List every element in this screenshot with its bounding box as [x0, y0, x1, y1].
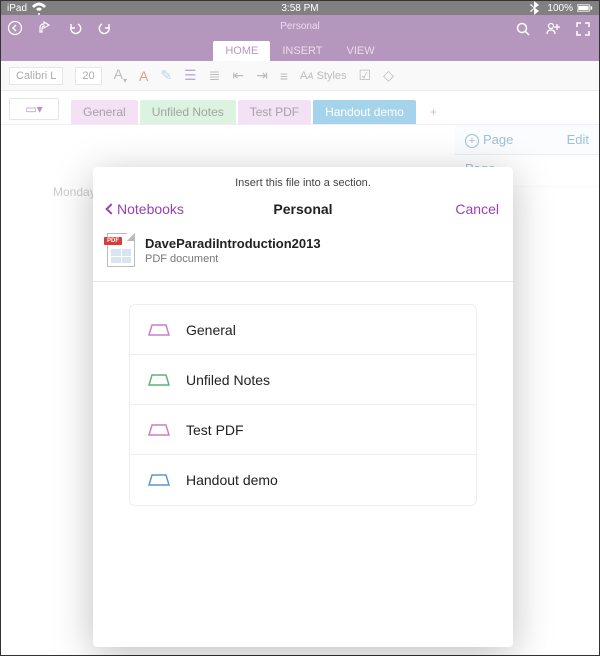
sheet-instruction: Insert this file into a section.: [93, 167, 513, 197]
cancel-button[interactable]: Cancel: [455, 201, 499, 217]
insert-file-sheet: Insert this file into a section. Noteboo…: [93, 167, 513, 647]
section-list: General Unfiled Notes Test PDF Handout d…: [129, 304, 477, 506]
section-option-handout[interactable]: Handout demo: [130, 455, 476, 505]
file-name: DaveParadiIntroduction2013: [145, 236, 321, 251]
section-option-label: Unfiled Notes: [186, 372, 270, 388]
section-icon: [148, 473, 170, 487]
section-option-general[interactable]: General: [130, 305, 476, 355]
chevron-left-icon: [105, 203, 116, 214]
pdf-file-icon: PDF: [107, 233, 135, 267]
file-type: PDF document: [145, 253, 321, 265]
nav-back-notebooks[interactable]: Notebooks: [107, 201, 184, 217]
section-icon: [148, 423, 170, 437]
section-icon: [148, 373, 170, 387]
section-option-label: Test PDF: [186, 422, 244, 438]
section-option-testpdf[interactable]: Test PDF: [130, 405, 476, 455]
nav-back-label: Notebooks: [117, 201, 184, 217]
section-option-unfiled[interactable]: Unfiled Notes: [130, 355, 476, 405]
section-option-label: General: [186, 322, 236, 338]
file-info-row: PDF DaveParadiIntroduction2013 PDF docum…: [93, 227, 513, 282]
sheet-title: Personal: [273, 201, 332, 217]
section-icon: [148, 323, 170, 337]
section-option-label: Handout demo: [186, 472, 278, 488]
